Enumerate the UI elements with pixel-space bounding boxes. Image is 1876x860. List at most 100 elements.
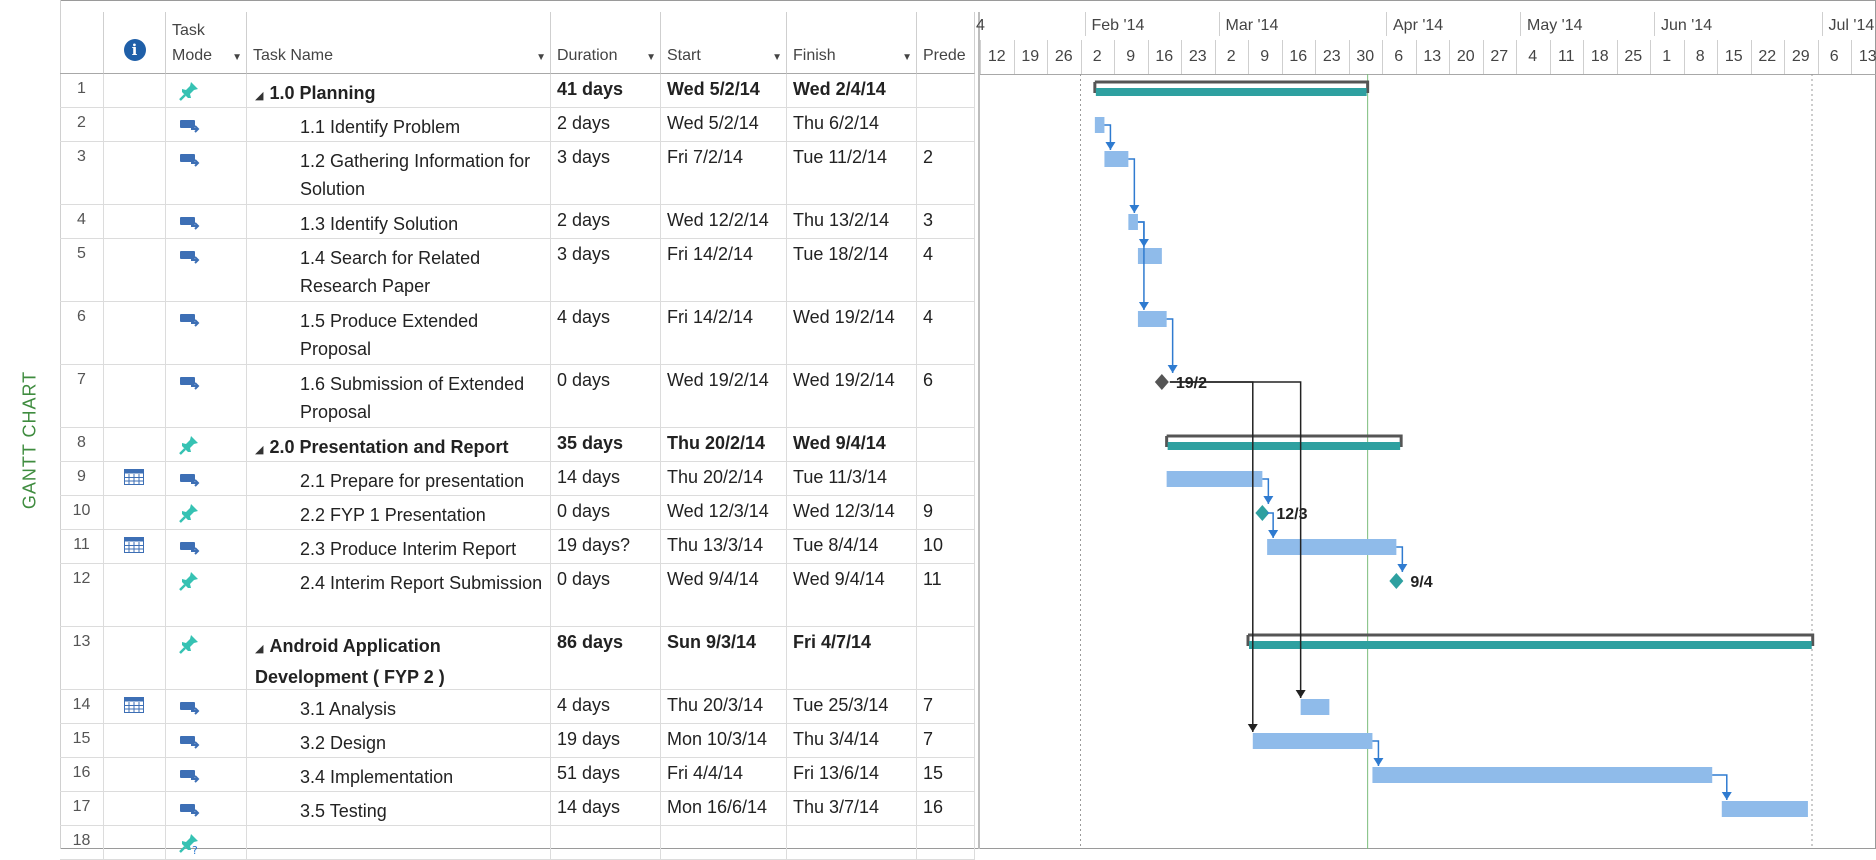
task-mode-cell[interactable] [166, 462, 247, 495]
header-task-mode[interactable]: Task Mode ▼ [166, 12, 247, 74]
start-cell[interactable]: Thu 20/2/14 [661, 462, 787, 495]
predecessors-cell[interactable]: 11 [917, 564, 975, 626]
task-name-cell[interactable]: 1.6 Submission of Extended Proposal [247, 365, 551, 427]
table-row[interactable]: 13 ◢ Android Application Development ( FYP… [60, 627, 975, 690]
row-number[interactable]: 5 [60, 239, 104, 301]
header-duration[interactable]: Duration ▼ [551, 12, 661, 74]
finish-cell[interactable]: Wed 9/4/14 [787, 564, 917, 626]
row-number[interactable]: 14 [60, 690, 104, 723]
task-mode-cell[interactable] [166, 564, 247, 626]
row-number[interactable]: 3 [60, 142, 104, 204]
finish-cell[interactable]: Tue 18/2/14 [787, 239, 917, 301]
duration-cell[interactable]: 19 days? [551, 530, 661, 563]
task-name-cell[interactable]: ◢ Android Application Development ( FYP 2… [247, 627, 551, 689]
table-row[interactable]: 6 1.5 Produce Extended Proposal 4 days Fri … [60, 302, 975, 365]
collapse-triangle-icon[interactable]: ◢ [255, 643, 263, 655]
task-mode-cell[interactable] [166, 302, 247, 364]
predecessors-cell[interactable]: 2 [917, 142, 975, 204]
table-row[interactable]: 8 ◢ 2.0 Presentation and Report 35 days Thu … [60, 428, 975, 462]
start-cell[interactable]: Thu 20/3/14 [661, 690, 787, 723]
duration-cell[interactable]: 4 days [551, 302, 661, 364]
chevron-down-icon[interactable]: ▼ [902, 52, 912, 63]
chevron-down-icon[interactable]: ▼ [646, 52, 656, 63]
table-row[interactable]: 5 1.4 Search for Related Research Paper 3 … [60, 239, 975, 302]
collapse-triangle-icon[interactable]: ◢ [255, 444, 263, 456]
duration-cell[interactable]: 19 days [551, 724, 661, 757]
start-cell[interactable]: Wed 5/2/14 [661, 108, 787, 141]
predecessors-cell[interactable]: 3 [917, 205, 975, 238]
task-mode-cell[interactable] [166, 428, 247, 461]
row-number[interactable]: 9 [60, 462, 104, 495]
start-cell[interactable]: Fri 7/2/14 [661, 142, 787, 204]
header-indicators[interactable]: i [104, 12, 166, 74]
task-name-cell[interactable]: 2.2 FYP 1 Presentation [247, 496, 551, 529]
start-cell[interactable]: Wed 19/2/14 [661, 365, 787, 427]
start-cell[interactable]: Wed 12/3/14 [661, 496, 787, 529]
predecessors-cell[interactable]: 10 [917, 530, 975, 563]
predecessors-cell[interactable]: 7 [917, 724, 975, 757]
finish-cell[interactable]: Thu 13/2/14 [787, 205, 917, 238]
row-number[interactable]: 18 [60, 826, 104, 859]
duration-cell[interactable]: 2 days [551, 108, 661, 141]
start-cell[interactable]: Thu 13/3/14 [661, 530, 787, 563]
finish-cell[interactable]: Thu 3/4/14 [787, 724, 917, 757]
task-name-cell[interactable]: 2.3 Produce Interim Report [247, 530, 551, 563]
task-mode-cell[interactable] [166, 142, 247, 204]
task-mode-cell[interactable] [166, 108, 247, 141]
start-cell[interactable] [661, 826, 787, 859]
predecessors-cell[interactable] [917, 627, 975, 689]
table-row[interactable]: 14 3.1 Analysis 4 days Thu 20/3/14 Tue 25/3/… [60, 690, 975, 724]
predecessors-cell[interactable] [917, 826, 975, 859]
task-mode-cell[interactable] [166, 792, 247, 825]
table-row[interactable]: 3 1.2 Gathering Information for Solution 3… [60, 142, 975, 205]
task-mode-cell[interactable]: ? [166, 826, 247, 859]
table-row[interactable]: 9 2.1 Prepare for presentation 14 days Thu … [60, 462, 975, 496]
task-mode-cell[interactable] [166, 74, 247, 107]
row-number[interactable]: 6 [60, 302, 104, 364]
duration-cell[interactable]: 0 days [551, 564, 661, 626]
finish-cell[interactable]: Fri 13/6/14 [787, 758, 917, 791]
task-name-cell[interactable]: 1.1 Identify Problem [247, 108, 551, 141]
start-cell[interactable]: Fri 14/2/14 [661, 239, 787, 301]
task-mode-cell[interactable] [166, 239, 247, 301]
finish-cell[interactable] [787, 826, 917, 859]
task-name-cell[interactable]: ◢ 1.0 Planning [247, 74, 551, 107]
duration-cell[interactable]: 14 days [551, 792, 661, 825]
row-number[interactable]: 11 [60, 530, 104, 563]
row-number[interactable]: 1 [60, 74, 104, 107]
task-mode-cell[interactable] [166, 690, 247, 723]
task-name-cell[interactable]: 1.2 Gathering Information for Solution [247, 142, 551, 204]
table-row[interactable]: 11 2.3 Produce Interim Report 19 days? Thu … [60, 530, 975, 564]
finish-cell[interactable]: Tue 11/2/14 [787, 142, 917, 204]
table-row[interactable]: 1 ◢ 1.0 Planning 41 days Wed 5/2/14 Wed 2/4/1… [60, 74, 975, 108]
start-cell[interactable]: Mon 16/6/14 [661, 792, 787, 825]
row-number[interactable]: 13 [60, 627, 104, 689]
header-predecessors[interactable]: Prede [917, 12, 975, 74]
predecessors-cell[interactable]: 7 [917, 690, 975, 723]
start-cell[interactable]: Wed 9/4/14 [661, 564, 787, 626]
duration-cell[interactable]: 4 days [551, 690, 661, 723]
finish-cell[interactable]: Tue 8/4/14 [787, 530, 917, 563]
table-row[interactable]: 18? [60, 826, 975, 860]
duration-cell[interactable]: 0 days [551, 496, 661, 529]
start-cell[interactable]: Fri 14/2/14 [661, 302, 787, 364]
table-row[interactable]: 15 3.2 Design 19 days Mon 10/3/14 Thu 3/4/14… [60, 724, 975, 758]
task-name-cell[interactable]: 1.4 Search for Related Research Paper [247, 239, 551, 301]
row-number[interactable]: 7 [60, 365, 104, 427]
task-name-cell[interactable]: 2.4 Interim Report Submission [247, 564, 551, 626]
row-number[interactable]: 17 [60, 792, 104, 825]
task-name-cell[interactable]: 1.3 Identify Solution [247, 205, 551, 238]
table-row[interactable]: 16 3.4 Implementation 51 days Fri 4/4/14 Fri… [60, 758, 975, 792]
task-name-cell[interactable]: 1.5 Produce Extended Proposal [247, 302, 551, 364]
predecessors-cell[interactable] [917, 108, 975, 141]
duration-cell[interactable]: 41 days [551, 74, 661, 107]
view-bar[interactable]: GANTT CHART [0, 0, 61, 849]
duration-cell[interactable]: 51 days [551, 758, 661, 791]
predecessors-cell[interactable] [917, 462, 975, 495]
duration-cell[interactable]: 2 days [551, 205, 661, 238]
task-name-cell[interactable]: ◢ 2.0 Presentation and Report [247, 428, 551, 461]
finish-cell[interactable]: Fri 4/7/14 [787, 627, 917, 689]
table-row[interactable]: 2 1.1 Identify Problem 2 days Wed 5/2/14 Thu… [60, 108, 975, 142]
header-row-number[interactable] [60, 12, 104, 74]
row-number[interactable]: 16 [60, 758, 104, 791]
